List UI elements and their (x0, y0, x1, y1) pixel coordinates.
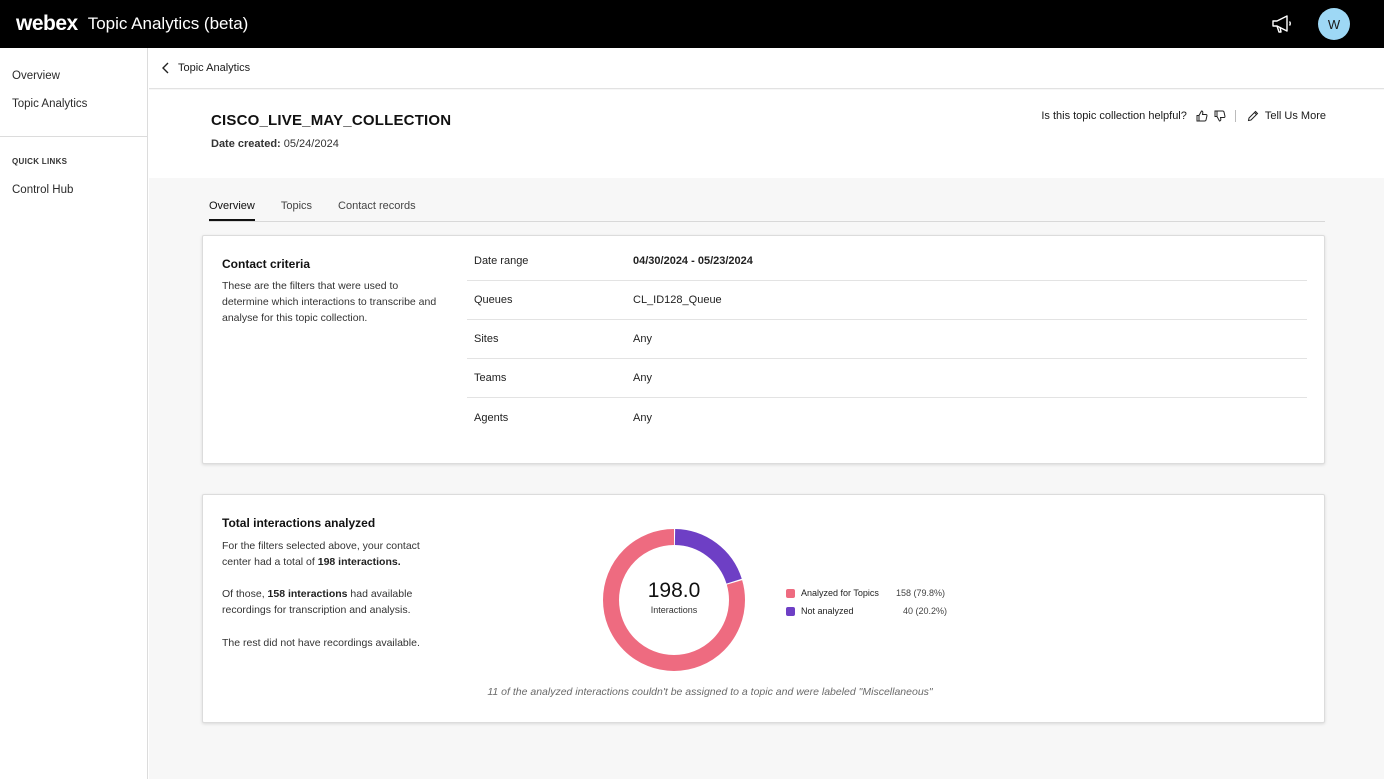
tab-contact-records[interactable]: Contact records (338, 200, 416, 221)
webex-logo: webex (16, 12, 78, 35)
donut-center-label: Interactions (650, 605, 698, 615)
app-title: Topic Analytics (beta) (87, 14, 249, 33)
criteria-value: Any (633, 333, 652, 345)
feedback-question: Is this topic collection helpful? (1041, 110, 1187, 122)
legend-swatch-analyzed (786, 588, 795, 598)
sidebar-item-topic-analytics[interactable]: Topic Analytics (12, 98, 87, 110)
tell-us-more-link[interactable]: Tell Us More (1265, 110, 1326, 122)
legend-label: Not analyzed (801, 606, 854, 616)
interactions-total-value: 198 interactions. (317, 556, 401, 568)
table-row: Teams Any (467, 359, 1307, 398)
chevron-left-icon[interactable] (161, 62, 173, 74)
pencil-icon[interactable] (1246, 109, 1260, 123)
top-navigation-bar: webex Topic Analytics (beta) W (0, 0, 1384, 48)
feedback-bar: Is this topic collection helpful? Tell U… (1041, 109, 1326, 123)
criteria-value: Any (633, 372, 652, 384)
avatar[interactable]: W (1318, 8, 1350, 40)
donut-center-value: 198.0 (647, 579, 701, 602)
criteria-key: Queues (474, 294, 513, 306)
table-row: Queues CL_ID128_Queue (467, 281, 1307, 320)
contact-criteria-description: These are the filters that were used to … (222, 280, 437, 324)
interactions-card: Total interactions analyzed For the filt… (202, 494, 1325, 723)
criteria-key: Date range (474, 255, 529, 267)
date-created: Date created: 05/24/2024 (211, 138, 339, 150)
interactions-analyzed-text: Of those, 158 interactions had available… (222, 586, 447, 618)
sidebar-divider (0, 136, 147, 137)
criteria-value: 04/30/2024 - 05/23/2024 (633, 255, 753, 267)
feedback-divider (1234, 110, 1236, 122)
quick-links-heading: QUICK LINKS (12, 157, 68, 166)
sidebar-item-control-hub[interactable]: Control Hub (12, 184, 73, 196)
main-content: Topic Analytics CISCO_LIVE_MAY_COLLECTIO… (149, 48, 1384, 779)
page-title: CISCO_LIVE_MAY_COLLECTION (211, 112, 452, 129)
contact-criteria-card: Contact criteria These are the filters t… (202, 235, 1325, 464)
date-created-value: 05/24/2024 (283, 138, 339, 150)
criteria-key: Teams (474, 372, 507, 384)
donut-chart: 198.0 Interactions (600, 526, 748, 674)
criteria-value: CL_ID128_Queue (633, 294, 722, 306)
table-row: Agents Any (467, 398, 1307, 437)
chart-legend: Analyzed for Topics 158 (79.8%) Not anal… (786, 584, 947, 620)
interactions-title: Total interactions analyzed (222, 516, 376, 530)
legend-item: Analyzed for Topics 158 (79.8%) (786, 584, 947, 602)
legend-item: Not analyzed 40 (20.2%) (786, 602, 947, 620)
sidebar: Overview Topic Analytics QUICK LINKS Con… (0, 48, 148, 779)
miscellaneous-note: 11 of the analyzed interactions couldn't… (487, 686, 933, 698)
criteria-key: Agents (474, 411, 509, 424)
breadcrumb: Topic Analytics (149, 48, 1384, 89)
legend-label: Analyzed for Topics (801, 588, 879, 598)
legend-value: 158 (79.8%) (896, 588, 946, 598)
tab-bar: Overview Topics Contact records (209, 200, 1325, 222)
table-row: Sites Any (467, 320, 1307, 359)
criteria-value: Any (633, 411, 652, 424)
criteria-table: Date range 04/30/2024 - 05/23/2024 Queue… (467, 242, 1307, 437)
tab-overview[interactable]: Overview (209, 200, 255, 221)
thumbs-up-icon[interactable] (1195, 109, 1209, 123)
thumbs-down-icon[interactable] (1213, 109, 1227, 123)
sidebar-item-overview[interactable]: Overview (12, 70, 60, 82)
interactions-total-text: For the filters selected above, your con… (222, 538, 447, 570)
criteria-key: Sites (474, 333, 499, 345)
legend-value: 40 (20.2%) (903, 606, 948, 616)
legend-swatch-not-analyzed (786, 606, 795, 616)
breadcrumb-link[interactable]: Topic Analytics (178, 62, 250, 74)
megaphone-icon[interactable] (1268, 10, 1296, 38)
page-header: CISCO_LIVE_MAY_COLLECTION Date created: … (149, 90, 1384, 178)
interactions-analyzed-value: 158 interactions (267, 588, 348, 600)
table-row: Date range 04/30/2024 - 05/23/2024 (467, 242, 1307, 281)
date-created-label: Date created: (211, 138, 281, 150)
topbar-actions: W (1268, 8, 1350, 40)
contact-criteria-title: Contact criteria (222, 257, 311, 271)
interactions-rest-text: The rest did not have recordings availab… (222, 637, 420, 649)
tab-topics[interactable]: Topics (281, 200, 312, 221)
interactions-analyzed-prefix: Of those, (222, 588, 265, 600)
